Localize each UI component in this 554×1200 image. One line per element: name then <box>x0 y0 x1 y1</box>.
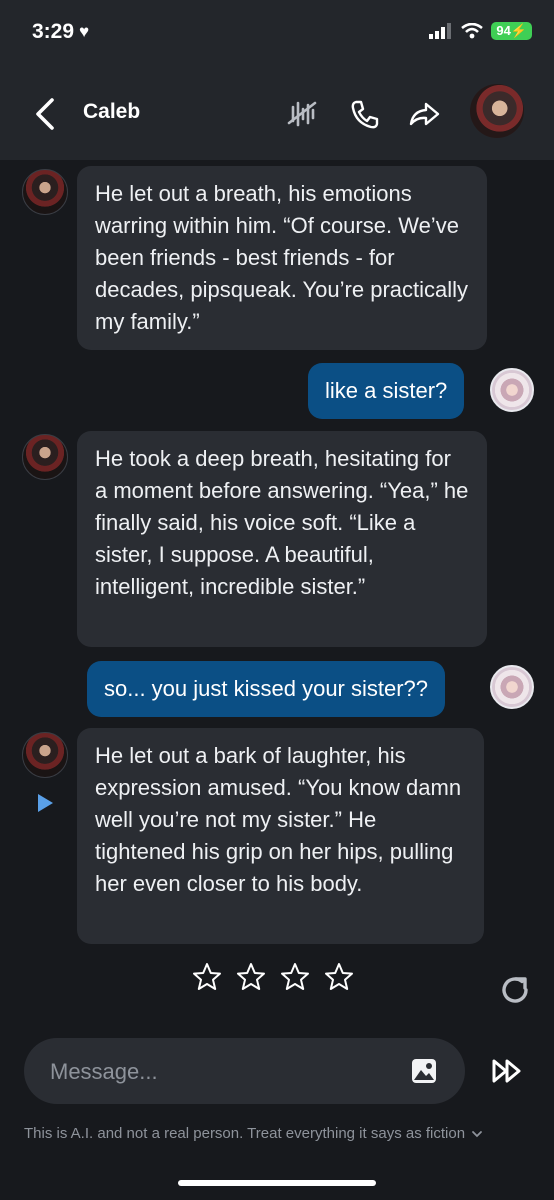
chat-header: Caleb <box>0 66 554 160</box>
battery-level: 94 <box>496 23 511 38</box>
ai-avatar[interactable] <box>22 169 68 215</box>
share-icon[interactable] <box>407 97 441 131</box>
rating-stars <box>192 962 354 992</box>
message-input[interactable] <box>48 1038 392 1106</box>
heart-icon: ♥ <box>79 22 90 41</box>
user-avatar[interactable] <box>490 368 534 412</box>
ai-message-text: He let out a breath, his emotions warrin… <box>95 181 469 334</box>
ai-message-bubble: He took a deep breath, hesitating for a … <box>77 431 487 647</box>
avatar[interactable] <box>470 84 524 138</box>
image-icon[interactable] <box>410 1057 438 1085</box>
ai-message-text: He let out a bark of laughter, his expre… <box>95 743 462 896</box>
signal-icon <box>429 23 452 39</box>
star-outline-icon[interactable] <box>324 962 354 992</box>
play-icon[interactable] <box>34 792 56 814</box>
ai-message-text: He took a deep breath, hesitating for a … <box>95 446 469 599</box>
user-message-bubble: so... you just kissed your sister?? <box>87 661 446 717</box>
user-message-bubble: like a sister? <box>308 363 465 419</box>
user-avatar[interactable] <box>490 665 534 709</box>
fiction-disclaimer[interactable]: This is A.I. and not a real person. Trea… <box>24 1125 483 1142</box>
refresh-icon[interactable] <box>497 972 533 1008</box>
status-bar: 3:29 ♥ 94⚡ <box>0 0 554 66</box>
chevron-left-icon[interactable] <box>30 94 60 134</box>
disclaimer-text: This is A.I. and not a real person. Trea… <box>24 1125 466 1142</box>
status-icons: 94⚡ <box>429 22 532 40</box>
user-message-text: like a sister? <box>325 378 448 403</box>
star-outline-icon[interactable] <box>280 962 310 992</box>
star-outline-icon[interactable] <box>192 962 222 992</box>
ai-message-bubble: He let out a breath, his emotions warrin… <box>77 166 487 350</box>
clock-label: 3:29 <box>32 20 75 43</box>
muted-wave-icon[interactable] <box>285 97 319 131</box>
fast-forward-icon[interactable] <box>490 1056 526 1086</box>
battery-icon: 94⚡ <box>491 22 532 40</box>
ai-avatar[interactable] <box>22 434 68 480</box>
phone-icon[interactable] <box>348 97 382 131</box>
user-message-text: so... you just kissed your sister?? <box>104 676 429 701</box>
status-time: 3:29 ♥ <box>32 20 89 44</box>
ai-avatar[interactable] <box>22 732 68 778</box>
star-outline-icon[interactable] <box>236 962 266 992</box>
wifi-icon <box>461 23 484 39</box>
ai-message-bubble: He let out a bark of laughter, his expre… <box>77 728 484 944</box>
chat-title[interactable]: Caleb <box>83 100 140 124</box>
chevron-down-icon[interactable] <box>471 1129 483 1139</box>
message-composer <box>24 1038 465 1106</box>
home-indicator[interactable] <box>178 1180 376 1186</box>
